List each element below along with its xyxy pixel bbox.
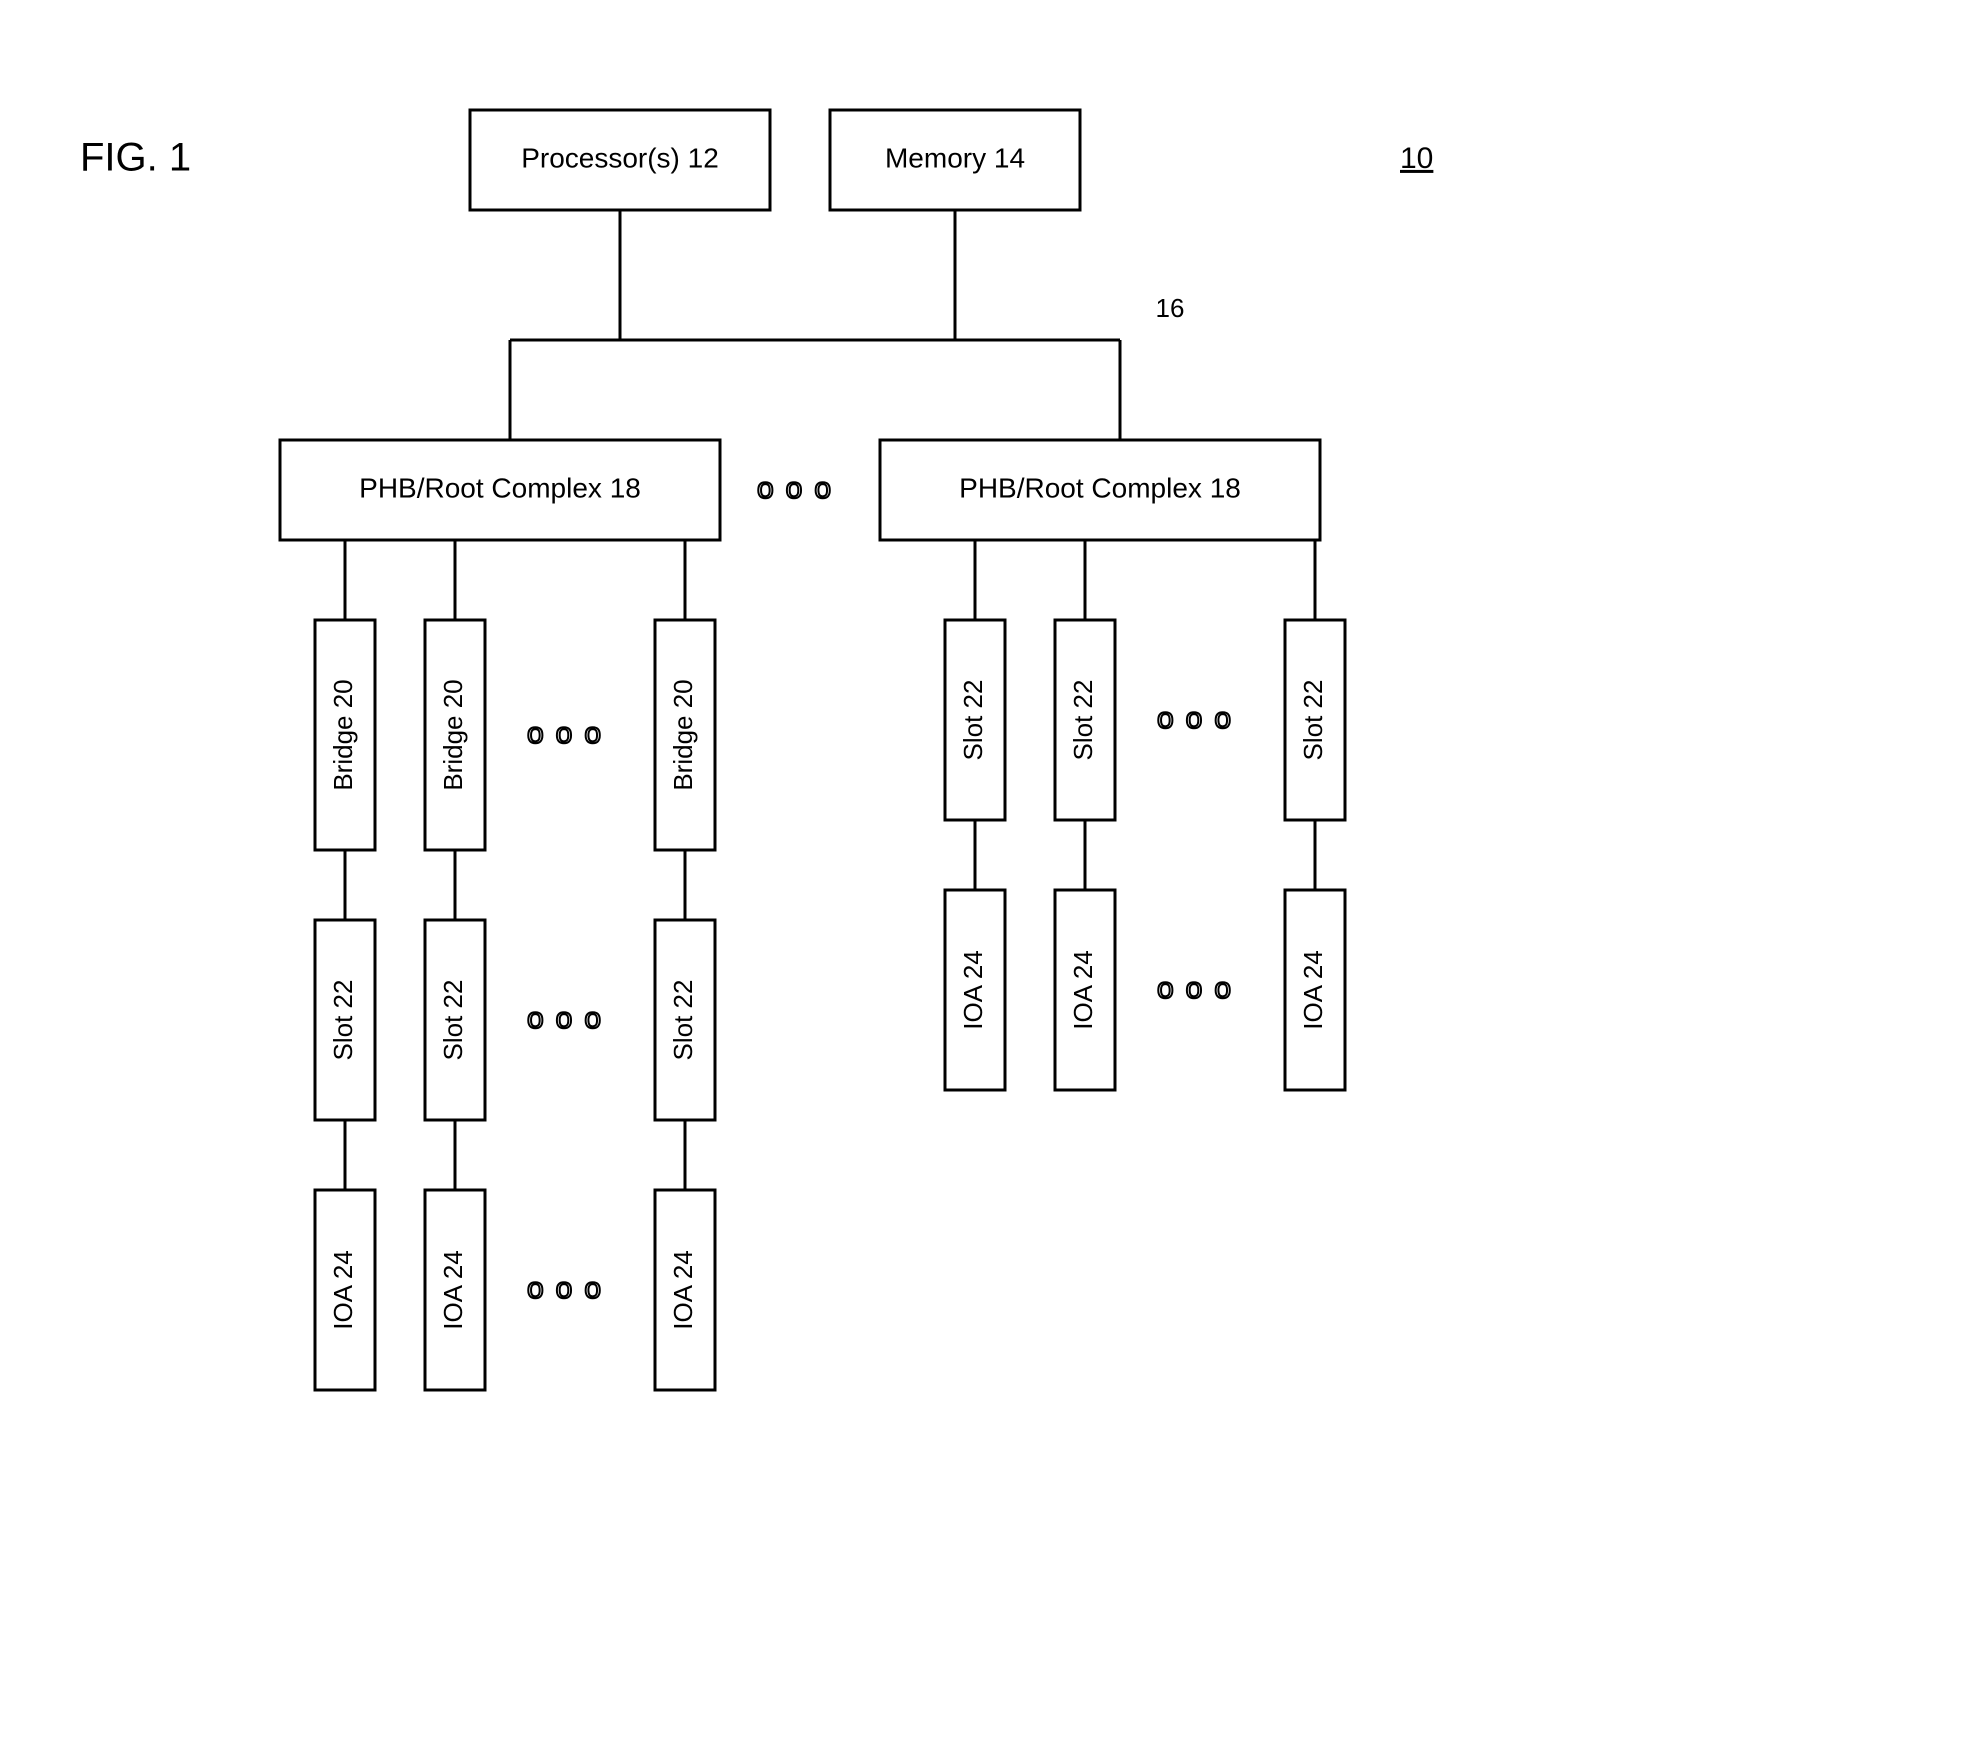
ioaL-2-label: IOA 24 xyxy=(438,1250,468,1330)
ioaL-ellipsis: ooo xyxy=(527,1272,613,1305)
ioaR-3-label: IOA 24 xyxy=(1298,950,1328,1030)
ioaR-ellipsis: ooo xyxy=(1157,972,1243,1005)
slotR-2-label: Slot 22 xyxy=(1068,680,1098,761)
ioaL-3-label: IOA 24 xyxy=(668,1250,698,1330)
slotL-ellipsis: ooo xyxy=(527,1002,613,1035)
slotL-2-label: Slot 22 xyxy=(438,980,468,1061)
slotL-1-label: Slot 22 xyxy=(328,980,358,1061)
bridge-3-label: Bridge 20 xyxy=(668,679,698,790)
ioaL-1-label: IOA 24 xyxy=(328,1250,358,1330)
slotR-3-label: Slot 22 xyxy=(1298,680,1328,761)
slotL-3-label: Slot 22 xyxy=(668,980,698,1061)
memory-label: Memory 14 xyxy=(885,142,1025,173)
ioaR-2-label: IOA 24 xyxy=(1068,950,1098,1030)
phb-ellipsis: ooo xyxy=(757,472,843,505)
figure-diagram: FIG. 1 10 Processor(s) 12 Memory 14 16 P… xyxy=(0,0,1967,1749)
bridge-2-label: Bridge 20 xyxy=(438,679,468,790)
bridge-ellipsis: ooo xyxy=(527,717,613,750)
processor-label: Processor(s) 12 xyxy=(521,142,719,173)
phb-left-label: PHB/Root Complex 18 xyxy=(359,472,641,503)
figure-label: FIG. 1 xyxy=(80,136,191,180)
slotR-ellipsis: ooo xyxy=(1157,702,1243,735)
phb-right-label: PHB/Root Complex 18 xyxy=(959,472,1241,503)
ioaR-1-label: IOA 24 xyxy=(958,950,988,1030)
bridge-1-label: Bridge 20 xyxy=(328,679,358,790)
bus-ref-16: 16 xyxy=(1156,293,1185,323)
figure-ref-10: 10 xyxy=(1400,142,1433,175)
slotR-1-label: Slot 22 xyxy=(958,680,988,761)
